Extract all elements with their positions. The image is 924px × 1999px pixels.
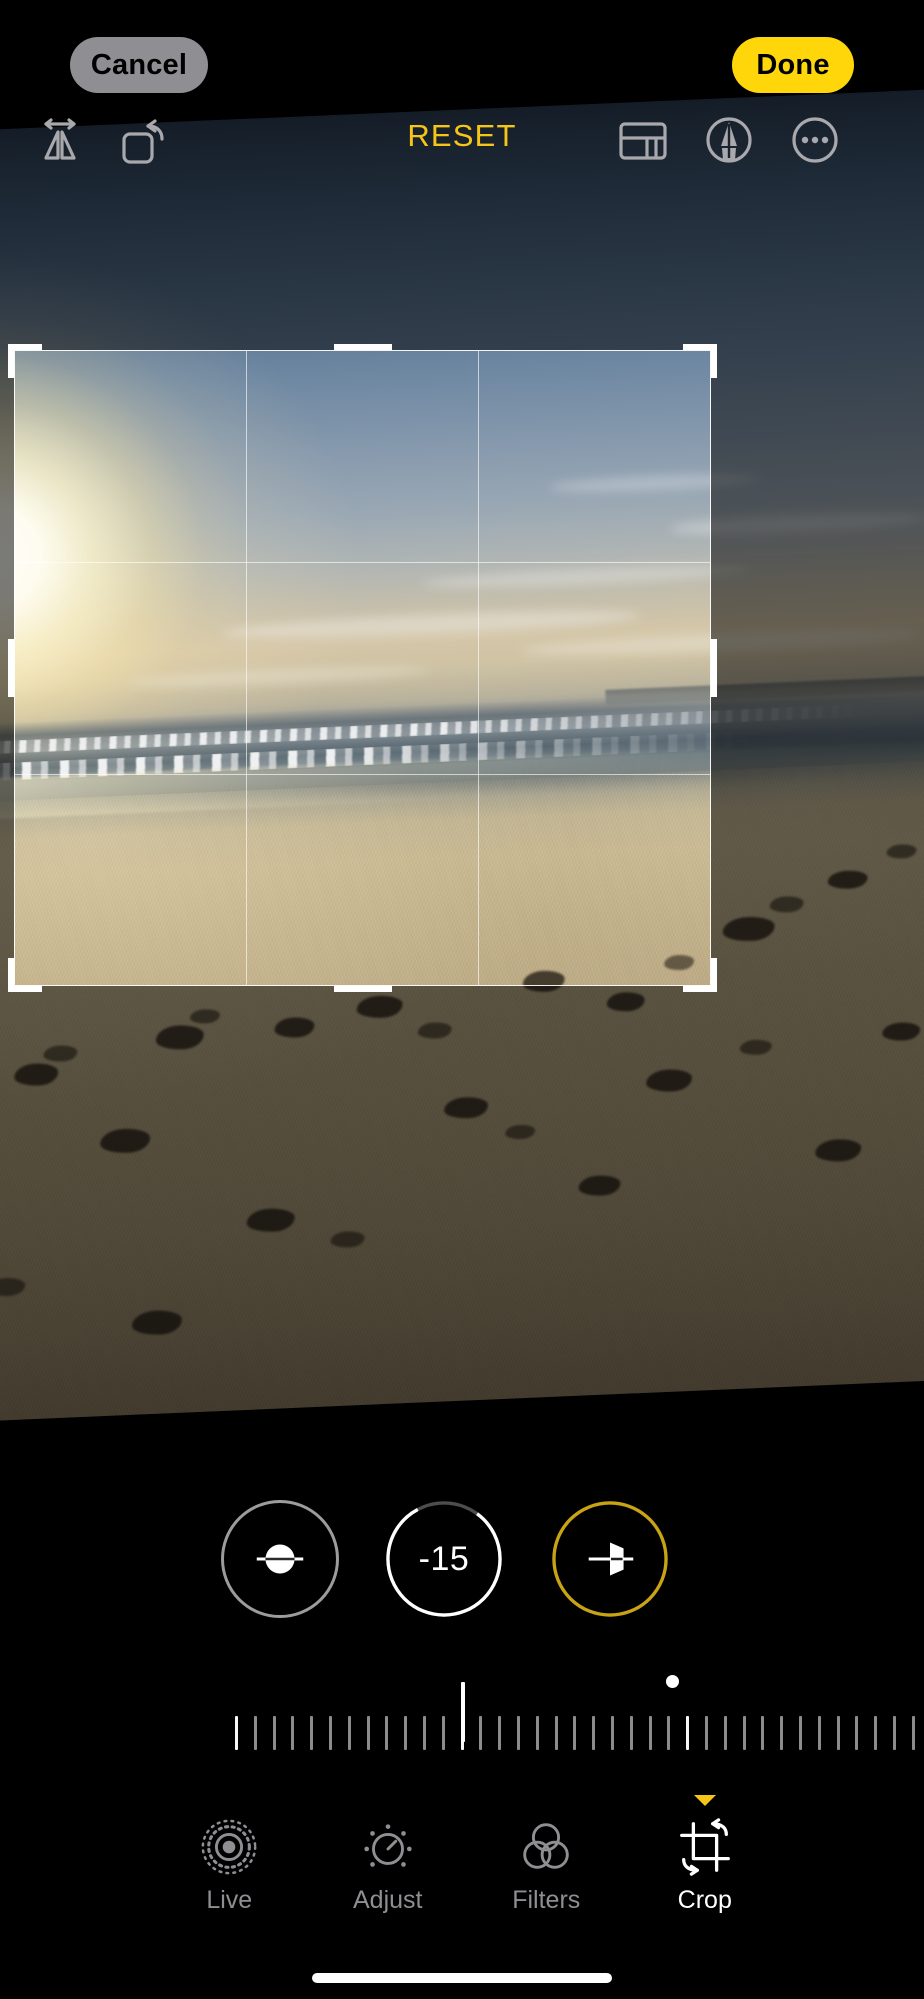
ruler-tick bbox=[798, 1716, 802, 1750]
top-toolbar: Cancel Done RESET bbox=[0, 0, 924, 185]
ruler-tick bbox=[554, 1716, 558, 1750]
photo-rotated-layer bbox=[0, 85, 924, 1425]
editor-tab-bar: Live Adjust Filters Crop bbox=[0, 1795, 924, 1935]
angle-value-control[interactable]: -15 bbox=[385, 1500, 503, 1618]
vertical-perspective-control[interactable] bbox=[551, 1500, 669, 1618]
ruler-tick bbox=[479, 1716, 483, 1750]
tab-label: Filters bbox=[512, 1886, 581, 1914]
ruler-tick bbox=[253, 1716, 257, 1750]
aspect-ratio-icon[interactable] bbox=[611, 108, 675, 172]
rotate-icon[interactable] bbox=[110, 108, 174, 172]
perspective-ruler[interactable] bbox=[0, 1650, 924, 1760]
crop-icon bbox=[674, 1816, 736, 1878]
crop-tool-row: RESET bbox=[0, 108, 924, 180]
done-button[interactable]: Done bbox=[732, 37, 854, 93]
perspective-controls: -15 bbox=[0, 1500, 924, 1620]
reset-button[interactable]: RESET bbox=[407, 118, 516, 154]
ruler-tick bbox=[573, 1716, 577, 1750]
ruler-tick bbox=[535, 1716, 539, 1750]
ruler-tick bbox=[836, 1716, 840, 1750]
ruler-tick bbox=[648, 1716, 652, 1750]
ruler-tick-track[interactable] bbox=[235, 1716, 915, 1750]
angle-value-text: -15 bbox=[418, 1539, 470, 1578]
ruler-tick bbox=[761, 1716, 765, 1750]
ruler-tick bbox=[742, 1716, 746, 1750]
ruler-tick bbox=[272, 1716, 276, 1750]
ruler-tick bbox=[686, 1716, 690, 1750]
ruler-dot-marker bbox=[666, 1675, 679, 1688]
markup-icon[interactable] bbox=[697, 108, 761, 172]
active-indicator-triangle bbox=[693, 1795, 716, 1806]
ruler-tick bbox=[610, 1716, 614, 1750]
ruler-tick bbox=[498, 1716, 502, 1750]
ruler-tick bbox=[328, 1716, 332, 1750]
filters-icon bbox=[515, 1816, 577, 1878]
ruler-tick bbox=[855, 1716, 859, 1750]
ruler-tick bbox=[911, 1716, 915, 1750]
ruler-tick bbox=[516, 1716, 520, 1750]
ruler-tick bbox=[667, 1716, 671, 1750]
vertical-perspective-glyph bbox=[551, 1500, 669, 1618]
tab-filters[interactable]: Filters bbox=[467, 1795, 626, 1915]
ruler-tick bbox=[366, 1716, 370, 1750]
tab-label: Live bbox=[206, 1886, 253, 1914]
ruler-tick bbox=[723, 1716, 727, 1750]
tab-adjust[interactable]: Adjust bbox=[309, 1795, 468, 1915]
straighten-glyph bbox=[221, 1500, 339, 1618]
ruler-tick bbox=[385, 1716, 389, 1750]
ruler-tick bbox=[780, 1716, 784, 1750]
ruler-tick bbox=[310, 1716, 314, 1750]
flip-horizontal-icon[interactable] bbox=[28, 108, 92, 172]
tab-label: Adjust bbox=[353, 1886, 423, 1914]
home-indicator[interactable] bbox=[312, 1973, 612, 1983]
ruler-tick bbox=[291, 1716, 295, 1750]
ruler-tick bbox=[235, 1716, 238, 1750]
ruler-tick bbox=[441, 1716, 445, 1750]
ruler-tick bbox=[874, 1716, 878, 1750]
ruler-tick bbox=[460, 1716, 464, 1750]
tab-crop[interactable]: Crop bbox=[626, 1795, 785, 1915]
ruler-tick bbox=[704, 1716, 708, 1750]
tab-live[interactable]: Live bbox=[150, 1795, 309, 1915]
cancel-button[interactable]: Cancel bbox=[70, 37, 208, 93]
ruler-tick bbox=[404, 1716, 408, 1750]
more-options-icon[interactable] bbox=[783, 108, 847, 172]
adjust-icon bbox=[357, 1816, 419, 1878]
live-photo-icon bbox=[198, 1816, 260, 1878]
straighten-control[interactable] bbox=[221, 1500, 339, 1618]
ruler-tick bbox=[592, 1716, 596, 1750]
ruler-tick bbox=[347, 1716, 351, 1750]
ruler-tick bbox=[817, 1716, 821, 1750]
ruler-tick bbox=[892, 1716, 896, 1750]
ruler-tick bbox=[629, 1716, 633, 1750]
ruler-tick bbox=[422, 1716, 426, 1750]
tab-label: Crop bbox=[677, 1886, 732, 1914]
